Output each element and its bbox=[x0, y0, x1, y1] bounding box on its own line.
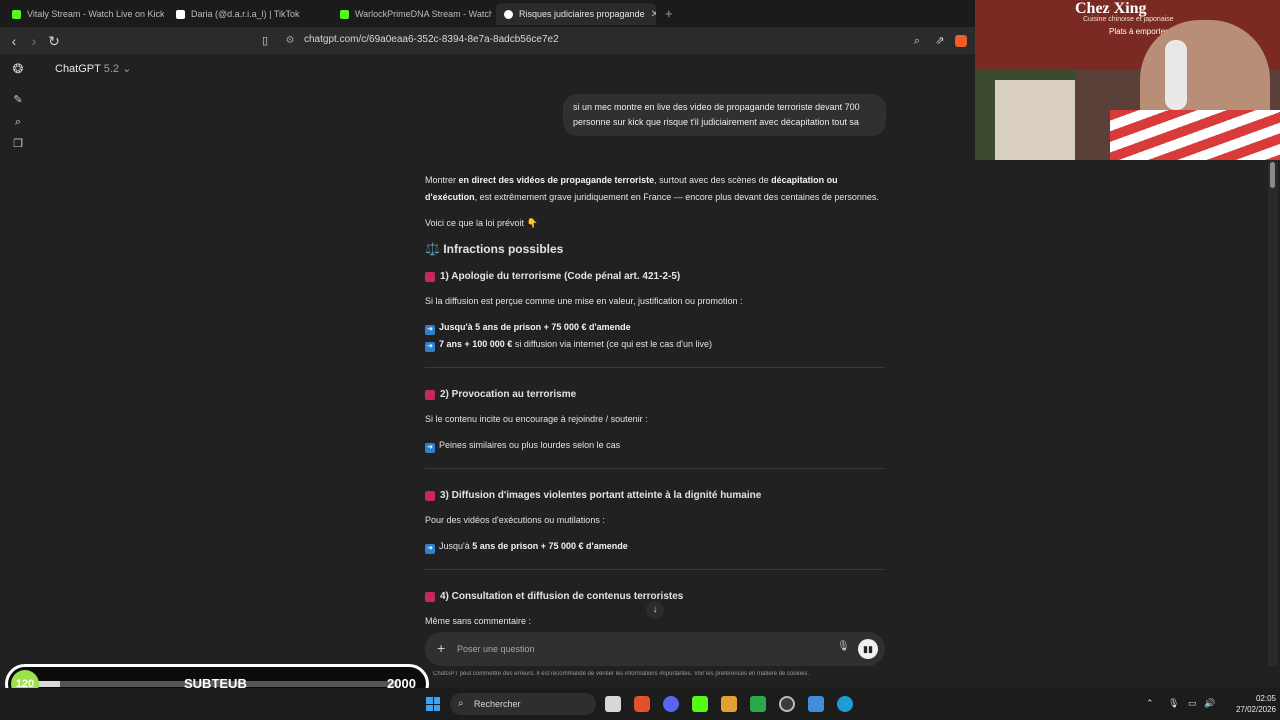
left-rail: ❂ ✎ ⌕ ❐ bbox=[0, 54, 36, 666]
arrow-right-icon: ➜ bbox=[425, 544, 435, 554]
reload-icon[interactable]: ↻ bbox=[45, 32, 63, 50]
play-app-icon[interactable] bbox=[750, 696, 766, 712]
divider bbox=[425, 367, 885, 368]
voice-mode-button[interactable]: ▮▮ bbox=[858, 639, 878, 659]
arrow-right-icon: ➜ bbox=[425, 443, 435, 453]
scales-icon: ⚖️ bbox=[425, 242, 440, 256]
close-tab-icon[interactable]: ✕ bbox=[651, 9, 656, 20]
system-clock[interactable]: 02:05 27/02/2026 bbox=[1226, 693, 1276, 715]
search-icon[interactable]: ⌕ bbox=[12, 116, 24, 128]
windows-start-icon[interactable] bbox=[426, 697, 440, 711]
edge-icon[interactable] bbox=[837, 696, 853, 712]
library-icon[interactable]: ❐ bbox=[12, 138, 24, 150]
discord-icon[interactable] bbox=[663, 696, 679, 712]
windows-taskbar: ⌕ Rechercher ⌃ 🎙 ▭ 🔊 02:05 27/02/2026 bbox=[0, 688, 1280, 720]
chatgpt-icon bbox=[504, 9, 513, 19]
chevron-up-icon[interactable]: ⌃ bbox=[1146, 698, 1154, 709]
model-name: ChatGPT bbox=[55, 63, 101, 75]
bullet: ➜ Jusqu'à 5 ans de prison + 75 000 € d'am… bbox=[425, 319, 885, 336]
search-label: Rechercher bbox=[474, 699, 521, 709]
tab-label: Risques judiciaires propagande bbox=[519, 9, 645, 19]
brave-shield-icon[interactable] bbox=[955, 35, 967, 47]
assistant-message: Montrer en direct des vidéos de propagan… bbox=[425, 172, 885, 639]
tab-kick-vitaly[interactable]: Vitaly Stream - Watch Live on Kick bbox=[4, 3, 164, 25]
section-heading: ⚖️ Infractions possibles bbox=[425, 242, 564, 256]
tab-label: Daria (@d.a.r.i.a_l) | TikTok bbox=[191, 9, 300, 19]
chevron-down-icon: ⌄ bbox=[122, 63, 132, 75]
wall-panel bbox=[995, 80, 1075, 160]
plus-icon[interactable]: + bbox=[437, 640, 445, 656]
prompt-input[interactable] bbox=[457, 641, 817, 657]
lead-paragraph: Voici ce que la loi prévoit 👇 bbox=[425, 218, 538, 228]
red-square-icon bbox=[425, 271, 435, 282]
red-square-icon bbox=[425, 591, 435, 602]
microphone-icon[interactable]: 🎙 bbox=[837, 641, 850, 652]
paragraph: Si le contenu incite ou encourage à rejo… bbox=[425, 414, 648, 424]
bullet: ➜ 7 ans + 100 000 € si diffusion via inte… bbox=[425, 336, 885, 353]
bullet: ➜ Jusqu'à 5 ans de prison + 75 000 € d'am… bbox=[425, 538, 885, 555]
share-icon[interactable]: ⇗ bbox=[931, 32, 949, 50]
tab-chatgpt-active[interactable]: Risques judiciaires propagande ✕ bbox=[496, 3, 656, 25]
red-square-icon bbox=[425, 389, 435, 400]
openai-logo-icon[interactable]: ❂ bbox=[12, 62, 24, 75]
divider bbox=[425, 569, 885, 570]
subgoal-progress-fill bbox=[38, 681, 60, 687]
bullet: ➜ Peines similaires ou plus lourdes selon… bbox=[425, 437, 885, 454]
new-tab-icon[interactable]: + bbox=[665, 6, 673, 21]
paragraph: Si la diffusion est perçue comme une mis… bbox=[425, 296, 743, 306]
display-icon[interactable]: ▭ bbox=[1188, 698, 1197, 709]
zoom-icon[interactable]: ⌕ bbox=[908, 32, 926, 50]
model-version: 5.2 bbox=[103, 63, 120, 75]
arrow-right-icon: ➜ bbox=[425, 325, 435, 335]
site-info-icon[interactable]: ⚙ bbox=[281, 32, 299, 50]
arrow-right-icon: ➜ bbox=[425, 342, 435, 352]
address-bar[interactable]: chatgpt.com/c/69a0eaa6-352c-8394-8e7a-8a… bbox=[304, 34, 559, 45]
red-square-icon bbox=[425, 490, 435, 501]
tab-label: WarlockPrimeDNA Stream - Watch Li bbox=[355, 9, 492, 19]
heading-provocation: 2) Provocation au terrorisme bbox=[425, 386, 885, 403]
arrow-down-icon: ↓ bbox=[652, 604, 658, 615]
photos-icon[interactable] bbox=[808, 696, 824, 712]
divider bbox=[425, 468, 885, 469]
search-icon: ⌕ bbox=[458, 698, 464, 709]
heading-apologie: 1) Apologie du terrorisme (Code pénal ar… bbox=[425, 268, 885, 285]
clock-date: 27/02/2026 bbox=[1235, 705, 1276, 714]
user-message: si un mec montre en live des video de pr… bbox=[563, 94, 886, 136]
composer: + 🎙 ▮▮ bbox=[425, 632, 885, 666]
heading-diffusion-images: 3) Diffusion d'images violentes portant … bbox=[425, 487, 885, 504]
tab-label: Vitaly Stream - Watch Live on Kick bbox=[27, 9, 164, 19]
task-view-icon[interactable] bbox=[605, 696, 621, 712]
striped-shirt bbox=[1110, 110, 1280, 160]
scrollbar-thumb[interactable] bbox=[1270, 162, 1275, 188]
kick-icon bbox=[12, 9, 21, 19]
model-selector[interactable]: ChatGPT 5.2 ⌄ bbox=[55, 62, 131, 75]
disclaimer: ChatGPT peut commettre des erreurs. Il e… bbox=[433, 671, 810, 677]
microphone-tray-icon[interactable]: 🎙 bbox=[1168, 698, 1179, 709]
stack-app-icon[interactable] bbox=[721, 696, 737, 712]
sign-subtext: Cuisine chinoise et japonaise bbox=[1083, 16, 1174, 23]
headphones bbox=[1165, 40, 1187, 110]
back-icon[interactable]: ‹ bbox=[5, 32, 23, 50]
webcam-overlay: Chez Xing Cuisine chinoise et japonaise … bbox=[975, 0, 1280, 160]
brave-browser-icon[interactable] bbox=[634, 696, 650, 712]
paragraph: Pour des vidéos d'exécutions ou mutilati… bbox=[425, 515, 605, 525]
tab-tiktok-daria[interactable]: Daria (@d.a.r.i.a_l) | TikTok bbox=[168, 3, 328, 25]
taskbar-search[interactable]: ⌕ Rechercher bbox=[450, 693, 596, 715]
tiktok-icon bbox=[176, 9, 185, 19]
bookmark-icon[interactable]: ▯ bbox=[256, 32, 274, 50]
kick-icon bbox=[340, 9, 349, 19]
intro-paragraph: Montrer en direct des vidéos de propagan… bbox=[425, 175, 879, 202]
obs-icon[interactable] bbox=[779, 696, 795, 712]
tab-kick-warlock[interactable]: WarlockPrimeDNA Stream - Watch Li bbox=[332, 3, 492, 25]
volume-icon[interactable]: 🔊 bbox=[1204, 698, 1215, 709]
kick-app-icon[interactable] bbox=[692, 696, 708, 712]
clock-time: 02:05 bbox=[1255, 694, 1276, 703]
forward-icon[interactable]: › bbox=[25, 32, 43, 50]
scroll-to-bottom-button[interactable]: ↓ bbox=[646, 601, 664, 619]
new-chat-icon[interactable]: ✎ bbox=[12, 94, 24, 106]
